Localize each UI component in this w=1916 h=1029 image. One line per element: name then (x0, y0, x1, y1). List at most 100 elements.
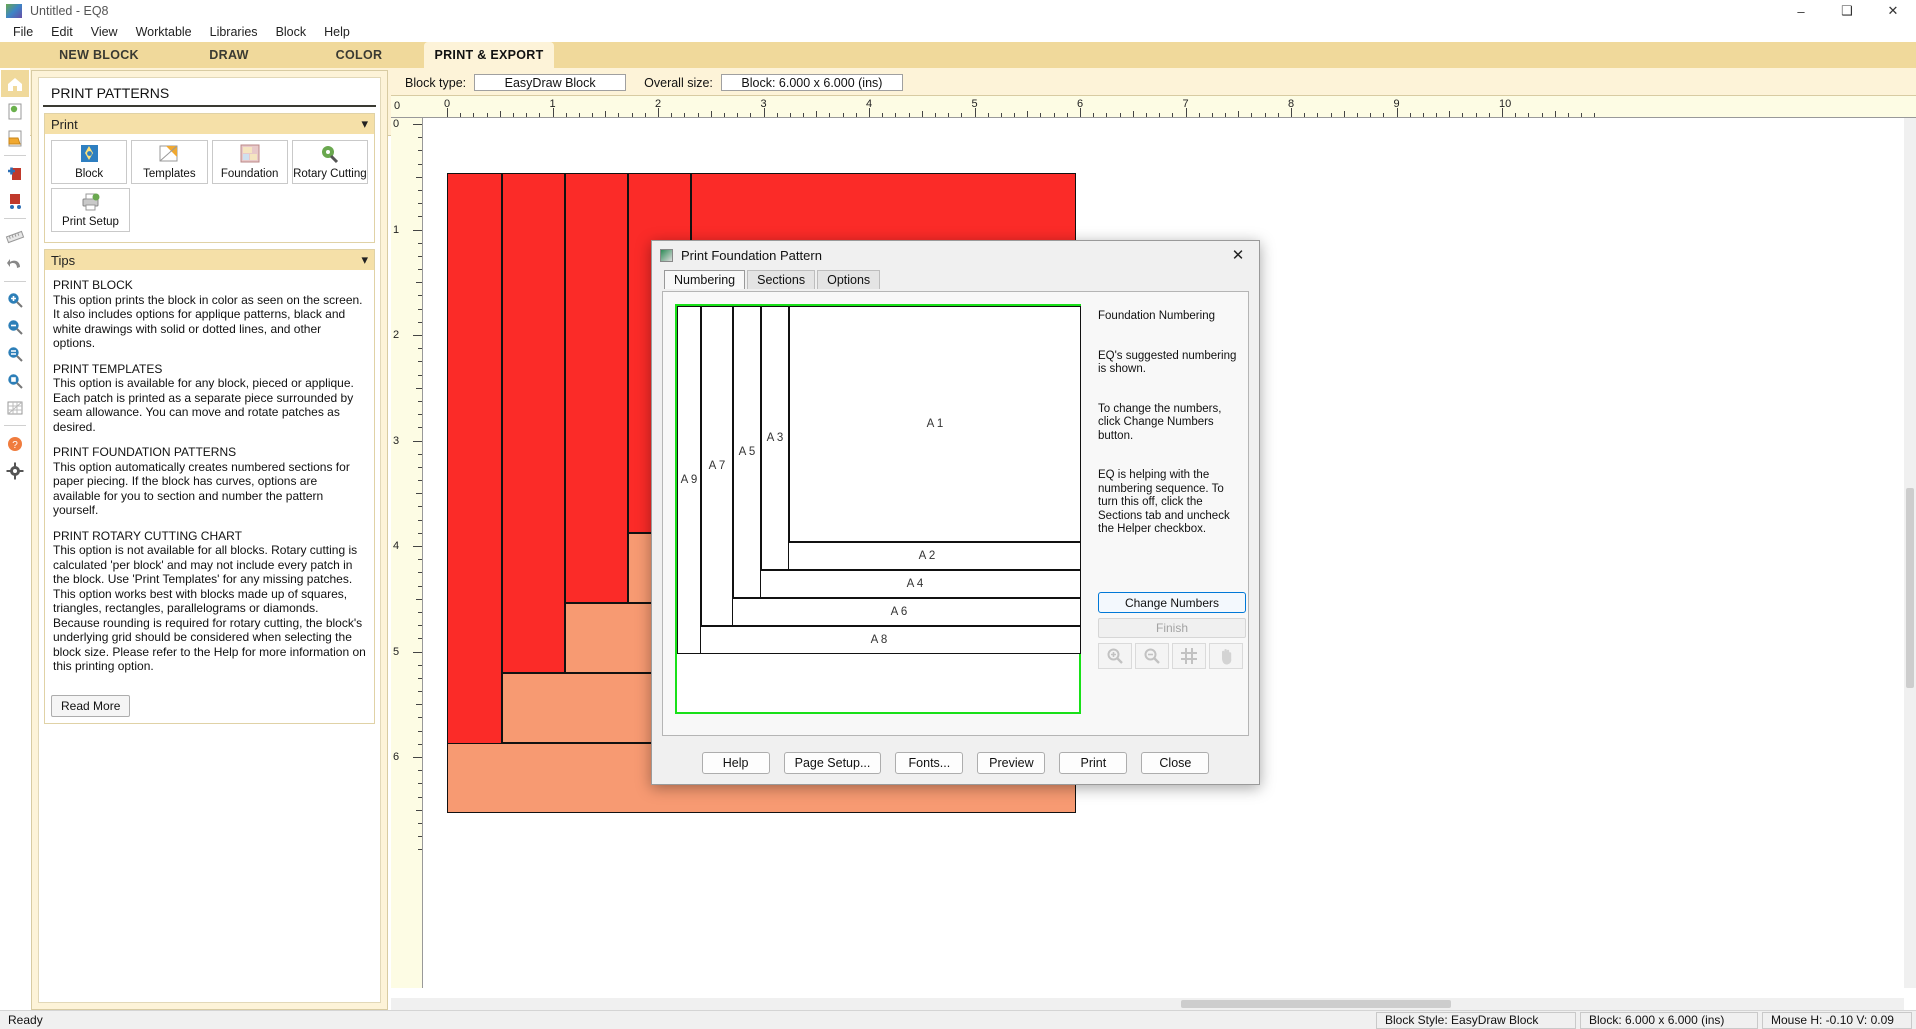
foundation-section[interactable]: A 5 (733, 306, 761, 598)
zoom-box-icon[interactable] (1, 367, 29, 394)
dialog-preview-button[interactable]: Preview (977, 752, 1046, 774)
library-cart-icon[interactable] (1, 187, 29, 214)
foundation-section[interactable]: A 4 (749, 570, 1081, 598)
ruler-tick (418, 348, 422, 350)
print-rotary-cutting-button[interactable]: Rotary Cutting (291, 140, 368, 184)
ruler-tick (737, 113, 739, 117)
dialog-print-button[interactable]: Print (1059, 752, 1128, 774)
foundation-section[interactable]: A 1 (789, 306, 1081, 542)
menu-edit[interactable]: Edit (42, 23, 82, 41)
undo-icon[interactable] (1, 250, 29, 277)
tab-new-block[interactable]: NEW BLOCK (34, 42, 164, 68)
close-window-button[interactable]: ✕ (1870, 0, 1916, 22)
new-block-icon[interactable] (1, 97, 29, 124)
read-more-button[interactable]: Read More (51, 694, 131, 717)
help-icon[interactable]: ? (1, 430, 29, 457)
dialog-close-button[interactable]: ✕ (1217, 241, 1259, 269)
foundation-section[interactable]: A 2 (773, 542, 1081, 570)
ruler-icon[interactable] (1, 223, 29, 250)
print-setup-button[interactable]: Print Setup (51, 188, 130, 232)
zoom-fit-icon[interactable] (1, 340, 29, 367)
info-heading: Foundation Numbering (1098, 310, 1215, 322)
horizontal-scrollbar[interactable] (391, 998, 1904, 1010)
vertical-scrollbar[interactable] (1904, 118, 1916, 988)
print-block-button[interactable]: Block (51, 140, 128, 184)
tips-group-header[interactable]: Tips ▾ (45, 250, 374, 270)
foundation-section[interactable]: A 8 (677, 626, 1081, 654)
ruler-tick (413, 440, 422, 442)
ruler-tick (1277, 113, 1279, 117)
foundation-section[interactable]: A 3 (761, 306, 789, 570)
menu-help[interactable]: Help (315, 23, 359, 41)
dialog-title: Print Foundation Pattern (681, 247, 822, 263)
minimize-button[interactable]: – (1778, 0, 1824, 22)
zoom-out-icon[interactable] (1, 313, 29, 340)
menu-file[interactable]: File (4, 23, 42, 41)
status-block-size: Block: 6.000 x 6.000 (ins) (1580, 1011, 1758, 1029)
dialog-help-button[interactable]: Help (701, 752, 770, 774)
foundation-section[interactable]: A 9 (677, 306, 701, 654)
ruler-label: 9 (1393, 98, 1400, 110)
print-templates-label: Templates (143, 168, 196, 180)
ruler-tick (413, 651, 422, 653)
dialog-page-setup-button[interactable]: Page Setup... (783, 752, 882, 774)
canvas-patch[interactable] (447, 173, 502, 813)
add-to-library-icon[interactable] (1, 160, 29, 187)
foundation-section[interactable]: A 7 (701, 306, 733, 626)
print-foundation-button[interactable]: Foundation (211, 140, 288, 184)
ruler-tick (418, 743, 422, 745)
tab-print-and-export[interactable]: PRINT & EXPORT (424, 42, 554, 68)
dialog-close-footer-button[interactable]: Close (1141, 752, 1210, 774)
ruler-tick (1449, 111, 1451, 117)
ruler-tick (416, 809, 422, 811)
horizontal-scrollbar-thumb[interactable] (1181, 1000, 1451, 1008)
foundation-section[interactable]: A 6 (717, 598, 1081, 626)
canvas-patch[interactable] (502, 173, 565, 673)
change-numbers-button[interactable]: Change Numbers (1098, 592, 1246, 613)
print-patterns-panel: PRINT PATTERNS Print ▾ Block Templates F… (31, 70, 388, 1010)
ruler-tick (418, 414, 422, 416)
menu-view[interactable]: View (82, 23, 127, 41)
info-paragraph-2: To change the numbers, click Change Numb… (1098, 402, 1222, 442)
finish-button: Finish (1098, 618, 1246, 638)
ruler-tick (1581, 113, 1583, 117)
maximize-button[interactable]: ❑ (1824, 0, 1870, 22)
ruler-tick (1356, 113, 1358, 117)
zoom-in-icon[interactable] (1, 286, 29, 313)
print-templates-button[interactable]: Templates (131, 140, 208, 184)
tab-draw[interactable]: DRAW (164, 42, 294, 68)
settings-gear-icon[interactable] (1, 457, 29, 484)
menu-block[interactable]: Block (267, 23, 316, 41)
dialog-fonts-button[interactable]: Fonts... (895, 752, 964, 774)
ruler-tick (987, 113, 989, 117)
home-icon[interactable] (1, 70, 29, 97)
grid-icon[interactable] (1, 394, 29, 421)
dialog-title-bar[interactable]: Print Foundation Pattern ✕ (652, 241, 1259, 269)
ruler-tick (1225, 113, 1227, 117)
vertical-scrollbar-thumb[interactable] (1906, 488, 1914, 688)
ruler-label: 7 (1182, 98, 1189, 110)
rail-separator (4, 218, 26, 219)
dialog-tab-options[interactable]: Options (817, 270, 881, 289)
block-info-bar: Block type: EasyDraw Block Overall size:… (391, 70, 1916, 96)
ruler-label: 1 (393, 223, 400, 236)
print-setup-label: Print Setup (62, 216, 119, 228)
open-file-icon[interactable] (1, 124, 29, 151)
dialog-tab-numbering[interactable]: Numbering (664, 270, 746, 289)
chevron-down-icon[interactable]: ▾ (361, 116, 368, 132)
ruler-tick (789, 113, 791, 117)
foundation-pattern-preview[interactable]: A 1A 2A 3A 4A 5A 6A 7A 8A 9 (675, 304, 1081, 714)
ruler-tick (418, 150, 422, 152)
dialog-button-row: Help Page Setup... Fonts... Preview Prin… (652, 752, 1259, 774)
tab-color[interactable]: COLOR (294, 42, 424, 68)
canvas-patch[interactable] (565, 173, 628, 603)
dialog-tab-sections[interactable]: Sections (747, 270, 816, 289)
print-group-header[interactable]: Print ▾ (45, 114, 374, 134)
chevron-down-icon[interactable]: ▾ (361, 252, 368, 268)
overall-size-value[interactable]: Block: 6.000 x 6.000 (ins) (720, 74, 903, 91)
ruler-tick (842, 113, 844, 117)
menu-worktable[interactable]: Worktable (127, 23, 201, 41)
ruler-tick (418, 585, 422, 587)
menu-libraries[interactable]: Libraries (201, 23, 267, 41)
block-type-value[interactable]: EasyDraw Block (474, 74, 627, 91)
